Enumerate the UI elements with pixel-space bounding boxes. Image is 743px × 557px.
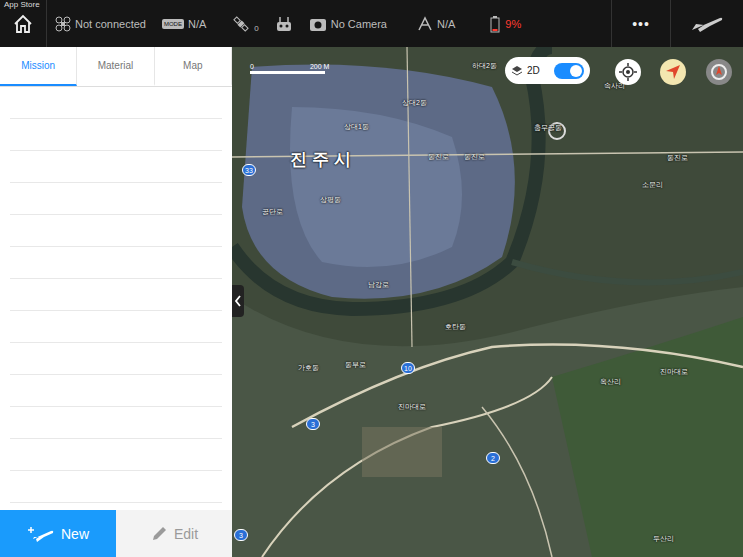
satellite-map[interactable]: 0200 M진주시하대2동상대2동상대1동동진로동진로충무공동속사리소문리동진로…	[232, 47, 743, 557]
satellite-icon	[232, 15, 250, 33]
map-label: 소문리	[642, 180, 663, 190]
map-label: 상대1동	[344, 122, 369, 132]
mode-text: N/A	[188, 18, 206, 30]
target-icon	[710, 63, 728, 81]
camera-icon	[309, 16, 327, 32]
panel-tabs: MissionMaterialMap	[0, 47, 232, 87]
home-icon	[13, 14, 33, 34]
map-label: 하대2동	[472, 61, 497, 71]
panel-tab[interactable]: Map	[155, 47, 232, 86]
mission-list	[0, 87, 232, 510]
map-label: 가호동	[298, 363, 319, 373]
route-shield: 3	[234, 529, 248, 541]
camera-text: No Camera	[331, 18, 387, 30]
status-back-label[interactable]: App Store	[4, 0, 40, 9]
new-button[interactable]: New	[0, 510, 116, 557]
remote-controller-icon	[275, 16, 293, 32]
button-label: New	[61, 526, 89, 542]
map-imagery	[232, 47, 743, 557]
map-label: 옥산리	[600, 377, 621, 387]
mission-row[interactable]	[10, 439, 222, 471]
mission-row[interactable]	[10, 183, 222, 215]
panel-buttons: New Edit	[0, 510, 232, 557]
map-label: 동진로	[464, 152, 485, 162]
view-switch[interactable]	[554, 63, 584, 79]
map-label: 진마대로	[660, 367, 688, 377]
mission-row[interactable]	[10, 471, 222, 503]
main-area: MissionMaterialMap New Edit 0 200 M 진주시 하대2동상대…	[0, 47, 743, 557]
edit-button: Edit	[116, 510, 232, 557]
map-label: 충무공동	[534, 123, 562, 133]
signal-icon	[417, 16, 433, 32]
mission-row[interactable]	[10, 343, 222, 375]
mission-row[interactable]	[10, 247, 222, 279]
compass-button[interactable]	[660, 59, 686, 85]
map-label: 동진로	[428, 152, 449, 162]
signal-status: N/A	[395, 16, 463, 32]
map-label: 두산리	[653, 534, 674, 544]
mode-status: MODE N/A	[154, 18, 214, 30]
aircraft-status: Not connected	[47, 16, 154, 32]
layers-icon	[511, 65, 523, 77]
aircraft-text: Not connected	[75, 18, 146, 30]
satellite-count: 0	[254, 24, 258, 33]
view-toggle[interactable]: 2D	[505, 57, 590, 84]
mission-row[interactable]	[10, 375, 222, 407]
more-button[interactable]: •••	[611, 0, 670, 47]
panel-tab[interactable]: Material	[77, 47, 154, 86]
fly-button[interactable]	[670, 0, 743, 47]
locate-button[interactable]	[615, 59, 641, 85]
mission-row[interactable]	[10, 407, 222, 439]
signal-text: N/A	[437, 18, 455, 30]
map-label: 공단로	[262, 207, 283, 217]
mission-row[interactable]	[10, 119, 222, 151]
route-shield: 2	[486, 452, 500, 464]
mission-row[interactable]	[10, 503, 222, 510]
map-label: 호탄동	[445, 322, 466, 332]
map-label: 동진로	[667, 153, 688, 163]
top-bar: App Store Not connected MODE N/A 0 No Camera N…	[0, 0, 743, 47]
city-label: 진주시	[290, 148, 356, 171]
remote-status	[267, 16, 301, 32]
mission-row[interactable]	[10, 87, 222, 119]
scale-start: 0	[250, 63, 254, 70]
takeoff-icon	[690, 14, 724, 34]
mission-panel: MissionMaterialMap New Edit	[0, 47, 232, 557]
camera-status: No Camera	[301, 16, 395, 32]
mission-row[interactable]	[10, 215, 222, 247]
battery-status: 9%	[463, 15, 529, 33]
mission-row[interactable]	[10, 311, 222, 343]
map-label: 상대2동	[402, 98, 427, 108]
map-label: 동부로	[345, 360, 366, 370]
crosshair-icon	[619, 63, 637, 81]
chevron-left-icon	[234, 295, 242, 307]
button-label: Edit	[174, 526, 198, 542]
navigation-arrow-icon	[664, 63, 682, 81]
route-shield: 10	[401, 362, 415, 374]
view-label: 2D	[527, 65, 540, 76]
pencil-icon	[150, 525, 168, 543]
map-label: 남강로	[368, 280, 389, 290]
map-label: 상평동	[320, 195, 341, 205]
switch-knob	[570, 65, 582, 77]
route-shield: 3	[306, 418, 320, 430]
map-label: 진마대로	[398, 402, 426, 412]
mission-row[interactable]	[10, 151, 222, 183]
scale-labels: 0 200 M	[250, 63, 329, 70]
mission-row[interactable]	[10, 279, 222, 311]
aircraft-locate-button[interactable]	[706, 59, 732, 85]
drone-icon	[55, 16, 71, 32]
scale-bar	[250, 71, 325, 74]
new-plane-icon	[27, 525, 55, 543]
route-shield: 33	[242, 164, 256, 176]
gps-status: 0	[214, 14, 266, 33]
map-scale: 0 200 M	[250, 63, 329, 74]
mode-badge: MODE	[162, 19, 184, 29]
battery-icon	[489, 15, 501, 33]
battery-text: 9%	[505, 18, 521, 30]
panel-tab[interactable]: Mission	[0, 47, 77, 86]
collapse-panel-button[interactable]	[232, 285, 244, 317]
scale-end: 200 M	[310, 63, 329, 70]
